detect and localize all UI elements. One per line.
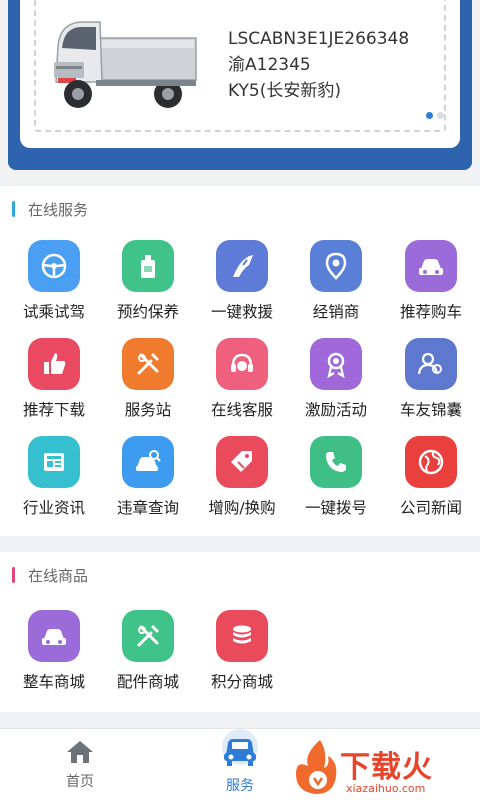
- service-item-label: 违章查询: [116, 499, 179, 517]
- service-item[interactable]: 一键拨号: [288, 436, 384, 518]
- goods-item[interactable]: 整车商城: [6, 610, 102, 692]
- service-item-label: 车友锦囊: [399, 401, 462, 419]
- service-item[interactable]: 试乘试驾: [6, 240, 102, 322]
- vehicle-vin: LSCABN3E1JE266348: [228, 29, 410, 49]
- vehicle-plate: 渝A12345: [228, 55, 311, 75]
- service-item[interactable]: 推荐购车: [383, 240, 479, 322]
- tag-icon: [216, 436, 268, 488]
- location-pin-icon: [310, 240, 362, 292]
- tools-icon: [122, 610, 174, 662]
- online-services-header: 在线服务: [12, 200, 89, 219]
- service-item[interactable]: 公司新闻: [383, 436, 479, 518]
- service-item-label: 服务站: [124, 401, 172, 419]
- service-item-label: 一键救援: [210, 303, 273, 321]
- carousel-dot-active: [426, 112, 433, 119]
- vehicle-model: KY5(长安新豹): [228, 81, 342, 101]
- tab-home[interactable]: 首页: [40, 739, 120, 791]
- service-item-label: 一键拨号: [304, 499, 367, 517]
- service-item[interactable]: 增购/换购: [194, 436, 290, 518]
- people-icon: [405, 338, 457, 390]
- tab-service-label: 服务: [226, 778, 254, 794]
- tab-service[interactable]: 服务: [200, 729, 280, 795]
- section-accent-bar: [12, 567, 15, 583]
- car-icon: [405, 240, 457, 292]
- news-icon: [28, 436, 80, 488]
- coins-icon: [216, 610, 268, 662]
- service-item-label: 公司新闻: [399, 499, 462, 517]
- watermark-subtext: xiazaihuo.com: [346, 782, 426, 795]
- road-icon: [216, 240, 268, 292]
- service-item[interactable]: 在线客服: [194, 338, 290, 420]
- section-title: 在线商品: [28, 566, 89, 585]
- vehicle-info: LSCABN3E1JE266348 渝A12345 KY5(长安新豹): [228, 26, 409, 104]
- headset-icon: [216, 338, 268, 390]
- globe-icon: [405, 436, 457, 488]
- carousel-dot: [437, 112, 444, 119]
- goods-item[interactable]: 积分商城: [194, 610, 290, 692]
- service-item-label: 推荐购车: [399, 303, 462, 321]
- carousel-indicator: [426, 112, 444, 119]
- goods-item[interactable]: 配件商城: [100, 610, 196, 692]
- service-item-label: 增购/换购: [208, 499, 276, 517]
- service-item[interactable]: 一键救援: [194, 240, 290, 322]
- service-item[interactable]: 服务站: [100, 338, 196, 420]
- section-accent-bar: [12, 201, 15, 217]
- service-item[interactable]: 违章查询: [100, 436, 196, 518]
- online-goods-header: 在线商品: [12, 566, 89, 585]
- tools-icon: [122, 338, 174, 390]
- service-item-label: 试乘试驾: [22, 303, 85, 321]
- service-item[interactable]: 行业资讯: [6, 436, 102, 518]
- service-item-label: 激励活动: [304, 401, 367, 419]
- phone-icon: [310, 436, 362, 488]
- service-item[interactable]: 推荐下载: [6, 338, 102, 420]
- service-item-label: 在线客服: [210, 401, 273, 419]
- service-item-label: 推荐下载: [22, 401, 85, 419]
- online-goods-section: 在线商品 整车商城 配件商城 积分商城: [0, 552, 480, 712]
- oil-bottle-icon: [122, 240, 174, 292]
- service-item[interactable]: 车友锦囊: [383, 338, 479, 420]
- service-item-label: 行业资讯: [22, 499, 85, 517]
- steering-wheel-icon: [28, 240, 80, 292]
- goods-item-label: 积分商城: [210, 673, 273, 691]
- section-title: 在线服务: [28, 200, 89, 219]
- online-services-section: 在线服务 试乘试驾 预约保养 一键救援 经销商 推荐购车推荐下载 服务站 在线客服 激励活动 车…: [0, 186, 480, 536]
- vehicle-banner: LSCABN3E1JE266348 渝A12345 KY5(长安新豹): [0, 0, 480, 178]
- car-search-icon: [122, 436, 174, 488]
- truck-image: [54, 21, 197, 108]
- car-icon: [28, 610, 80, 662]
- service-item[interactable]: 激励活动: [288, 338, 384, 420]
- thumbs-up-icon: [28, 338, 80, 390]
- service-item-label: 预约保养: [116, 303, 179, 321]
- goods-item-label: 配件商城: [116, 673, 179, 691]
- watermark-text: 下载火: [340, 750, 433, 785]
- service-item[interactable]: 预约保养: [100, 240, 196, 322]
- goods-item-label: 整车商城: [22, 673, 85, 691]
- vehicle-card[interactable]: LSCABN3E1JE266348 渝A12345 KY5(长安新豹): [20, 0, 460, 148]
- service-item-label: 经销商: [312, 303, 360, 321]
- tab-home-label: 首页: [66, 774, 94, 790]
- home-icon: [67, 741, 93, 763]
- service-item[interactable]: 经销商: [288, 240, 384, 322]
- medal-icon: [310, 338, 362, 390]
- car-service-icon: [222, 729, 258, 766]
